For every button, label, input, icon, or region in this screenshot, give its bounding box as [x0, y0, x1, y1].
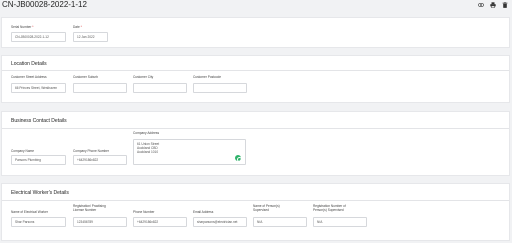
eye-icon[interactable]	[478, 2, 484, 8]
header-actions	[478, 2, 508, 8]
company-name-label: Company Name	[11, 149, 35, 153]
address-line: Auckland 1010	[137, 150, 159, 154]
divider	[2, 200, 509, 201]
postcode-label: Customer Postcode	[193, 75, 221, 79]
divider	[2, 128, 509, 129]
general-card: Serial Number * CN-JB00028-2022-1-12 Dat…	[1, 17, 510, 48]
city-field[interactable]	[133, 83, 187, 93]
serial-number-field[interactable]: CN-JB00028-2022-1-12	[11, 32, 66, 42]
divider	[2, 70, 509, 71]
worker-name-label: Name of Electrical Worker	[11, 210, 48, 214]
company-phone-label: Company Phone Number	[73, 149, 109, 153]
supervised-registration-label: Registration Number of Person(s) Supervi…	[313, 204, 346, 212]
print-icon[interactable]	[490, 2, 496, 8]
postcode-field[interactable]	[193, 83, 247, 93]
worker-name-field[interactable]: Shar Parsons	[11, 217, 66, 227]
city-label: Customer City	[133, 75, 154, 79]
worker-section-title: Electrical Worker's Details	[11, 190, 69, 196]
page-title: CN-JB00028-2022-1-12	[2, 0, 87, 9]
suburb-field[interactable]	[73, 83, 127, 93]
date-field[interactable]: 12 Jan 2022	[73, 32, 108, 42]
supervised-name-field[interactable]: N/A	[253, 217, 307, 227]
company-phone-field[interactable]: +6429186x822	[73, 155, 127, 165]
phone-label: Phone Number	[133, 210, 155, 214]
registration-field[interactable]: 123456789	[73, 217, 127, 227]
company-name-field[interactable]: Parsons Plumbing	[11, 155, 66, 165]
serial-number-label: Serial Number *	[11, 25, 34, 29]
location-card: Location Details Customer Street Address…	[1, 55, 510, 103]
location-section-title: Location Details	[11, 61, 47, 67]
company-address-field[interactable]: 61 Union Street Auckland CBD Auckland 10…	[133, 139, 246, 165]
delete-icon[interactable]	[502, 2, 508, 8]
business-section-title: Business Contact Details	[11, 118, 67, 124]
email-label: Email Address	[193, 210, 214, 214]
worker-card: Electrical Worker's Details Name of Elec…	[1, 183, 510, 241]
street-address-field[interactable]: 66 Princes Street, Westhaven	[11, 83, 66, 93]
phone-field[interactable]: +6429186x822	[133, 217, 187, 227]
supervised-registration-field[interactable]: N/A	[313, 217, 367, 227]
email-field[interactable]: sharparsons@electrician.net	[193, 217, 247, 227]
street-address-label: Customer Street Address	[11, 75, 47, 79]
registration-label: Registration/ Practising License Number	[73, 204, 106, 212]
date-label: Date *	[73, 25, 82, 29]
address-lookup-icon[interactable]	[235, 155, 242, 162]
page-header: CN-JB00028-2022-1-12	[0, 0, 512, 12]
business-card: Business Contact Details Company Name Pa…	[1, 111, 510, 176]
suburb-label: Customer Suburb	[73, 75, 98, 79]
supervised-name-label: Name of Person(s) Supervised	[253, 204, 280, 212]
company-address-label: Company Address	[133, 131, 160, 135]
